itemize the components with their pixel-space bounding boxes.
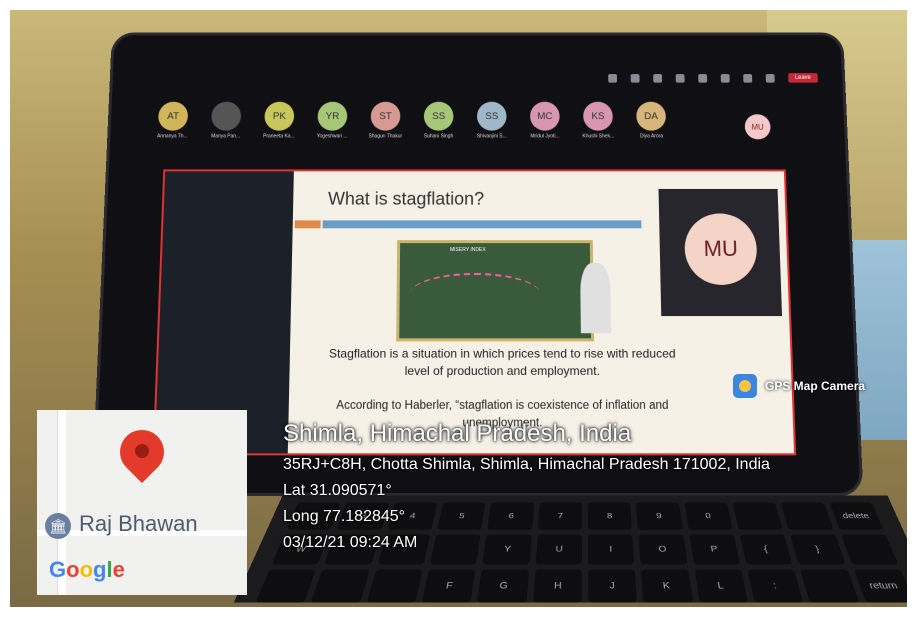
google-letter: G [49, 557, 67, 582]
participant-avatar: MC [530, 101, 560, 131]
participant-name: Manya Pan... [211, 133, 241, 140]
cartoon-label: MISERY INDEX [450, 247, 486, 254]
keyboard-key [310, 569, 370, 603]
date-time: 03/12/21 09:24 AM [283, 534, 418, 551]
participant-tile[interactable]: PK Praneeta Ka... [256, 101, 302, 150]
participant-tile[interactable]: MC Mridul Jyoti... [522, 101, 568, 150]
leave-button[interactable]: Leave [787, 73, 818, 83]
participant-avatar: YR [317, 101, 348, 131]
location-address: 35RJ+C8H, Chotta Shimla, Shimla, Himacha… [283, 456, 770, 473]
participant-avatar: KS [583, 101, 613, 131]
participant-tile[interactable]: SS Suhani Singh [416, 101, 462, 150]
google-letter: o [79, 557, 94, 582]
zoom-toolbar: Leave [142, 64, 819, 93]
keyboard-key: : [747, 569, 804, 603]
mic-icon[interactable] [742, 73, 752, 83]
keyboard-key [800, 569, 860, 603]
participant-avatar: AT [157, 101, 189, 131]
place-label: Raj Bhawan [79, 511, 198, 536]
gps-app-badge: GPS Map Camera [733, 374, 865, 398]
location-city: Shimla, Himachal Pradesh, India [283, 420, 632, 447]
participant-tile[interactable]: ST Shagun Thakur [362, 101, 408, 150]
self-avatar: MU [744, 114, 771, 140]
participant-name: Praneeta Ka... [263, 133, 295, 140]
google-logo: Google [49, 557, 125, 583]
participant-avatar [211, 101, 242, 131]
screen-icon[interactable] [765, 73, 775, 83]
participant-tile[interactable]: DA Diya Arora [628, 101, 674, 150]
participant-name: Khushi Shek... [582, 133, 615, 140]
participants-icon[interactable] [607, 73, 617, 83]
misery-index-cartoon: MISERY INDEX [396, 240, 612, 342]
slide-accent-bar [294, 220, 321, 229]
participant-name: Annanya Th... [156, 133, 188, 140]
cartoon-curve [409, 272, 541, 316]
google-letter: e [112, 557, 125, 582]
more-icon[interactable] [697, 73, 707, 83]
keyboard-key: G [477, 569, 529, 603]
slide-title: What is stagflation? [327, 188, 485, 209]
speaker-avatar: MU [683, 213, 758, 285]
slide-title-bar [322, 220, 642, 229]
cartoon-professor [580, 262, 612, 334]
participant-name: Diya Arora [639, 133, 664, 140]
participant-tile[interactable]: AT Annanya Th... [149, 101, 196, 150]
keyboard-key [366, 569, 423, 603]
location-pin-icon [110, 420, 174, 490]
participant-avatar: ST [370, 101, 401, 131]
chat-icon[interactable] [630, 73, 640, 83]
share-icon[interactable] [675, 73, 685, 83]
gps-overlay: Shimla, Himachal Pradesh, India 35RJ+C8H… [283, 420, 893, 560]
participant-tile[interactable]: Manya Pan... [203, 101, 250, 150]
gps-map-camera-icon [733, 374, 757, 398]
participant-tile[interactable]: KS Khushi Shek... [575, 101, 621, 150]
map-thumbnail: 🏛 Raj Bhawan Google [37, 410, 247, 595]
participant-tile[interactable]: YR Yogeshwari ... [309, 101, 355, 150]
participant-avatar: SS [423, 101, 454, 131]
participant-avatar: PK [264, 101, 295, 131]
longitude: Long 77.182845° [283, 508, 406, 525]
participant-avatar: DA [636, 101, 667, 131]
keyboard-key: J [588, 569, 638, 603]
gps-app-label: GPS Map Camera [765, 379, 866, 393]
participant-strip: AT Annanya Th... Manya Pan... PK Praneeta Ka… [149, 101, 815, 150]
participant-name: Mridul Jyoti... [530, 133, 560, 140]
landmark-icon: 🏛 [45, 513, 71, 539]
participant-name: Shagun Thakur [368, 133, 403, 140]
speaker-video-panel: MU [658, 188, 783, 317]
keyboard-key [255, 569, 317, 603]
slide-definition: Stagflation is a situation in which pric… [328, 346, 676, 379]
participant-name: Yogeshwari ... [316, 133, 348, 140]
participant-tile[interactable]: SS Shivanjini S... [469, 101, 514, 150]
participant-name: Shivanjini S... [476, 133, 507, 140]
pin-dot [135, 444, 149, 458]
participant-name: Suhani Singh [423, 133, 454, 140]
google-letter: g [93, 557, 107, 582]
camera-icon[interactable] [720, 73, 730, 83]
reactions-icon[interactable] [652, 73, 662, 83]
keyboard-key: F [421, 569, 476, 603]
keyboard-key: L [694, 569, 749, 603]
keyboard-key: return [853, 569, 907, 603]
keyboard-key: H [532, 569, 582, 603]
latitude: Lat 31.090571° [283, 482, 392, 499]
keyboard-key: K [641, 569, 693, 603]
participant-avatar: SS [477, 101, 507, 131]
google-letter: o [66, 557, 80, 582]
